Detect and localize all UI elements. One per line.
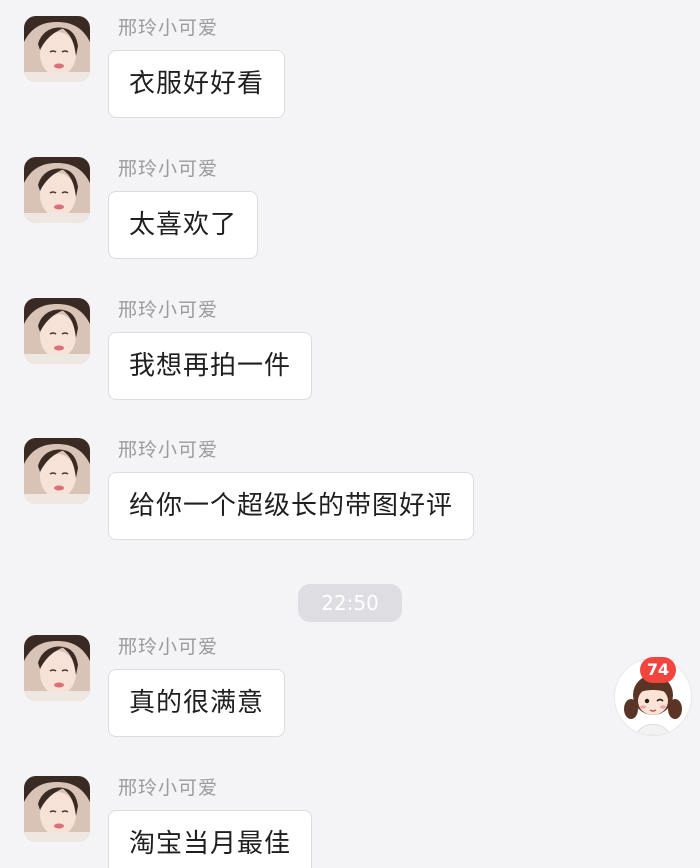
message-bubble[interactable]: 衣服好好看 xyxy=(108,50,286,118)
message-bubble[interactable]: 真的很满意 xyxy=(108,669,286,737)
sender-name: 邢玲小可爱 xyxy=(118,17,219,39)
notification-badge: 74 xyxy=(640,657,676,683)
avatar[interactable] xyxy=(24,157,90,223)
avatar[interactable] xyxy=(24,298,90,364)
message-bubble[interactable]: 淘宝当月最佳 xyxy=(108,810,313,868)
sender-name: 邢玲小可爱 xyxy=(118,299,219,321)
message-bubble[interactable]: 太喜欢了 xyxy=(108,191,259,259)
chat-thread: 邢玲小可爱 衣服好好看 邢玲小可爱 太喜欢了 邢玲小可爱 我想再拍一件 邢玲小可… xyxy=(0,0,700,868)
user-photo-icon xyxy=(24,776,90,842)
user-photo-icon xyxy=(24,438,90,504)
user-photo-icon xyxy=(24,16,90,82)
sender-name: 邢玲小可爱 xyxy=(118,777,219,799)
avatar[interactable] xyxy=(24,438,90,504)
user-photo-icon xyxy=(24,635,90,701)
timestamp-pill: 22:50 xyxy=(298,584,402,622)
user-photo-icon xyxy=(24,157,90,223)
user-photo-icon xyxy=(24,298,90,364)
avatar[interactable] xyxy=(24,16,90,82)
sender-name: 邢玲小可爱 xyxy=(118,158,219,180)
sender-name: 邢玲小可爱 xyxy=(118,636,219,658)
message-bubble[interactable]: 我想再拍一件 xyxy=(108,332,313,400)
message-bubble[interactable]: 给你一个超级长的带图好评 xyxy=(108,472,475,540)
avatar[interactable] xyxy=(24,635,90,701)
avatar[interactable] xyxy=(24,776,90,842)
sender-name: 邢玲小可爱 xyxy=(118,439,219,461)
